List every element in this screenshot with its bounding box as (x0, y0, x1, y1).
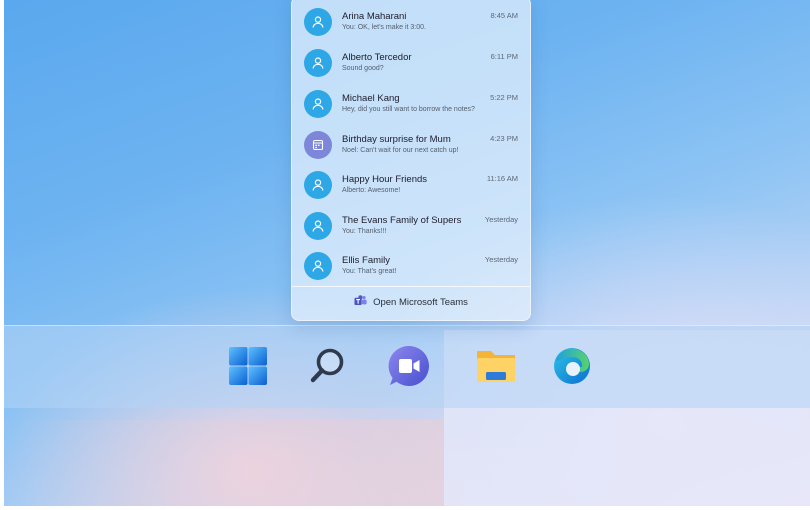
person-icon (304, 252, 332, 280)
chat-time: 11:16 AM (486, 174, 518, 183)
chat-time: Yesterday (484, 215, 518, 224)
desktop-wallpaper: Arina Maharani You: OK, let's make it 3:… (4, 0, 810, 506)
teams-chat-flyout: Arina Maharani You: OK, let's make it 3:… (291, 0, 531, 321)
chat-name: Happy Hour Friends (342, 174, 428, 185)
chat-item[interactable]: Alberto Tercedor Sound good? 6:11 PM (292, 44, 530, 84)
chat-item[interactable]: The Evans Family of Supers You: Thanks!!… (292, 207, 530, 247)
chat-name: Arina Maharani (342, 11, 407, 22)
chat-item[interactable]: Birthday surprise for Mum Noel: Can't wa… (292, 126, 530, 166)
person-icon (304, 212, 332, 240)
person-icon (304, 8, 332, 36)
file-explorer-icon (474, 346, 518, 391)
chat-name: Michael Kang (342, 93, 400, 104)
divider (292, 286, 530, 287)
chat-preview: Hey, did you still want to borrow the no… (342, 106, 475, 113)
start-button[interactable] (226, 346, 270, 390)
chat-item[interactable]: Michael Kang Hey, did you still want to … (292, 85, 530, 125)
chat-time: 5:22 PM (490, 93, 518, 102)
person-icon (304, 171, 332, 199)
chat-item[interactable]: Arina Maharani You: OK, let's make it 3:… (292, 3, 530, 43)
chat-preview: You: Thanks!!! (342, 228, 387, 235)
edge-browser-icon (551, 345, 593, 392)
chat-preview: Alberto: Awesome! (342, 187, 401, 194)
chat-time: 4:23 PM (490, 134, 518, 143)
person-icon (304, 49, 332, 77)
person-icon (304, 90, 332, 118)
file-explorer-button[interactable] (474, 346, 518, 390)
teams-icon (354, 293, 367, 311)
chat-time: 6:11 PM (490, 52, 518, 61)
open-teams-label: Open Microsoft Teams (373, 296, 468, 308)
chat-preview: You: OK, let's make it 3:00. (342, 24, 426, 31)
chat-preview: You: That's great! (342, 268, 397, 275)
chat-item[interactable]: Ellis Family You: That's great! Yesterda… (292, 247, 530, 287)
chat-name: Alberto Tercedor (342, 52, 412, 63)
chat-time: Yesterday (484, 255, 518, 264)
chat-name: Birthday surprise for Mum (342, 134, 451, 145)
search-button[interactable] (305, 346, 349, 390)
chat-item[interactable]: Happy Hour Friends Alberto: Awesome! 11:… (292, 166, 530, 206)
search-icon (306, 345, 348, 392)
edge-browser-button[interactable] (550, 346, 594, 390)
open-teams-button[interactable]: Open Microsoft Teams (292, 289, 530, 315)
windows-start-icon (228, 346, 268, 391)
taskbar (4, 325, 810, 408)
chat-preview: Noel: Can't wait for our next catch up! (342, 147, 459, 154)
chat-name: Ellis Family (342, 255, 391, 266)
chat-preview: Sound good? (342, 65, 384, 72)
calendar-icon (304, 131, 332, 159)
chat-time: 8:45 AM (490, 11, 518, 20)
chat-icon (387, 344, 431, 393)
chat-button[interactable] (387, 344, 431, 393)
chat-name: The Evans Family of Supers (342, 215, 462, 226)
